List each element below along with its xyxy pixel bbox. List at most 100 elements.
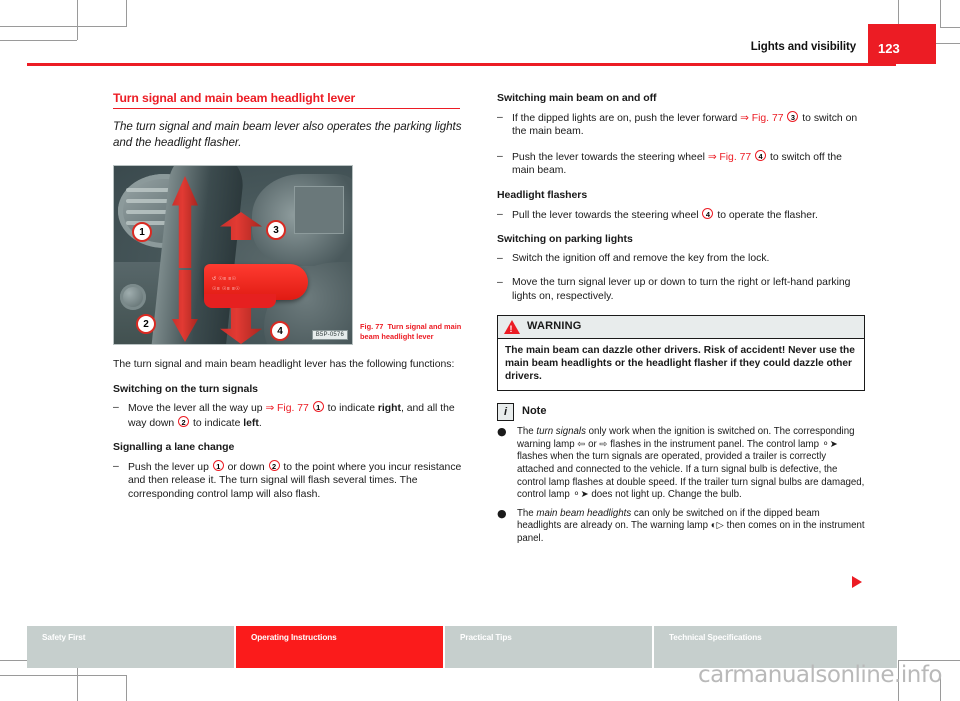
- intro-paragraph: The turn signal and main beam headlight …: [113, 359, 455, 371]
- list-item-text: Move the lever all the way up ⇒ Fig. 77 …: [128, 401, 473, 430]
- text-fragment: The: [517, 426, 537, 438]
- page-number-badge: 123: [868, 24, 936, 64]
- figure-crossref-link[interactable]: ⇒ Fig. 77: [265, 403, 308, 414]
- list-item: – Push the lever towards the steering wh…: [497, 149, 865, 178]
- text-fragment: The: [517, 507, 537, 519]
- page-number: 123: [878, 41, 900, 56]
- title-underline: [113, 107, 460, 110]
- footer-tab-label: Safety First: [42, 633, 86, 642]
- subheading-main-beam: Switching main beam on and off: [497, 92, 657, 104]
- subheading-lane-change: Signalling a lane change: [113, 441, 235, 454]
- subheading-turn-signals: Switching on the turn signals: [113, 382, 258, 395]
- footer-tab-label: Practical Tips: [460, 633, 512, 642]
- list-item: – If the dipped lights are on, push the …: [497, 110, 865, 139]
- crop-mark-bottom-right-h: [898, 660, 960, 661]
- callout-number-4: 4: [755, 149, 767, 161]
- page-title: Turn signal and main beam headlight leve…: [113, 91, 356, 105]
- subheading-parking-lights: Switching on parking lights: [497, 233, 633, 246]
- callout-number-2: 2: [178, 415, 190, 427]
- list-item-text: Move the turn signal lever up or down to…: [512, 277, 851, 302]
- note-bullet: ● The turn signals only work when the ig…: [497, 426, 865, 502]
- callout-number-2: 2: [268, 459, 280, 471]
- figure-77: ↺ ☉≡ ≡☉ ☉≡ ☉≡ ≡☉ 1 2 3 4 B5P-0576: [113, 165, 353, 345]
- text-fragment: or down: [224, 461, 268, 473]
- dash-marker: –: [497, 111, 503, 123]
- footer-tab-operating-instructions[interactable]: Operating Instructions: [236, 626, 445, 668]
- text-fragment: to operate the flasher.: [714, 209, 818, 221]
- note-bullet-text: The main beam headlights can only be swi…: [517, 508, 865, 546]
- text-fragment: only work when the ignition is switched …: [517, 426, 865, 501]
- callout-number-1: 1: [212, 459, 224, 471]
- lever-base-graphic: [204, 294, 276, 308]
- text-fragment: Move the lever all the way up: [128, 403, 266, 415]
- figure-callout-4: 4: [270, 321, 290, 341]
- crop-mark-bottom-left-h2: [0, 675, 126, 676]
- list-item: – Push the lever up 1 or down 2 to the p…: [113, 459, 473, 502]
- list-item: – Pull the lever towards the steering wh…: [497, 207, 865, 223]
- note-bullet-text: The turn signals only work when the igni…: [517, 426, 865, 502]
- text-fragment: Push the lever towards the steering whee…: [512, 151, 708, 163]
- warning-body-text: The main beam can dazzle other drivers. …: [498, 338, 864, 391]
- lever-symbols-row-2: ☉≡ ☉≡ ≡☉: [212, 286, 241, 292]
- list-item-text: Pull the lever towards the steering whee…: [512, 207, 865, 223]
- site-watermark: carmanualsonline.info: [697, 662, 943, 688]
- list-item-text: If the dipped lights are on, push the le…: [512, 110, 865, 139]
- italic-term: main beam headlights: [536, 507, 632, 519]
- dash-marker: –: [497, 150, 503, 162]
- figure-caption-label: Fig. 77: [360, 322, 384, 331]
- note-header: i Note: [497, 403, 865, 422]
- footer-tab-practical-tips[interactable]: Practical Tips: [445, 626, 654, 668]
- list-item: – Move the turn signal lever up or down …: [497, 276, 865, 303]
- emphasis-right: right: [377, 403, 401, 415]
- note-bullet: ● The main beam headlights can only be s…: [497, 506, 865, 546]
- warning-box: WARNING The main beam can dazzle other d…: [497, 314, 865, 392]
- figure-crossref-link[interactable]: ⇒ Fig. 77: [740, 113, 783, 124]
- bullet-dot-icon: ●: [497, 506, 507, 520]
- figure-crossref-link[interactable]: ⇒ Fig. 77: [708, 152, 751, 163]
- warning-header: WARNING: [498, 315, 864, 339]
- callout-number-1: 1: [312, 401, 324, 413]
- page-header: Lights and visibility 123: [0, 0, 960, 70]
- continuation-arrow-icon: [852, 576, 862, 588]
- note-title: Note: [522, 405, 547, 418]
- text-fragment: Pull the lever towards the steering whee…: [512, 209, 702, 221]
- warning-triangle-icon: [504, 319, 520, 336]
- figure-callout-1: 1: [132, 222, 152, 242]
- light-switch-knob-graphic: [120, 284, 146, 310]
- italic-term: turn signals: [536, 426, 586, 438]
- subheading-headlight-flashers: Headlight flashers: [497, 188, 588, 201]
- list-item-text: Push the lever up 1 or down 2 to the poi…: [128, 459, 473, 502]
- figure-image: ↺ ☉≡ ≡☉ ☉≡ ☉≡ ≡☉ 1 2 3 4 B5P-0576: [113, 165, 353, 345]
- dash-marker: –: [113, 460, 119, 472]
- bullet-dot-icon: ●: [497, 425, 507, 439]
- header-section-title: Lights and visibility: [750, 41, 856, 53]
- emphasis-left: left: [243, 417, 259, 429]
- text-fragment: If the dipped lights are on, push the le…: [512, 112, 741, 124]
- dash-marker: –: [497, 277, 503, 289]
- list-item-text: Push the lever towards the steering whee…: [512, 149, 865, 178]
- callout-number-4: 4: [702, 207, 714, 219]
- lead-paragraph: The turn signal and main beam lever also…: [113, 120, 462, 149]
- text-fragment: .: [258, 417, 262, 429]
- list-item-text: Switch the ignition off and remove the k…: [512, 252, 770, 264]
- text-fragment: to indicate: [190, 417, 244, 429]
- figure-caption: Fig. 77 Turn signal and main beam headli…: [360, 322, 472, 341]
- figure-image-code: B5P-0576: [311, 330, 348, 340]
- footer-tab-safety-first[interactable]: Safety First: [27, 626, 236, 668]
- warning-title: WARNING: [527, 319, 582, 332]
- footer-tab-label: Operating Instructions: [251, 633, 337, 642]
- header-divider-rule: [27, 63, 896, 66]
- text-fragment: Push the lever up: [128, 461, 212, 473]
- list-item: – Move the lever all the way up ⇒ Fig. 7…: [113, 401, 473, 430]
- figure-callout-3: 3: [266, 220, 286, 240]
- dash-marker: –: [497, 208, 503, 220]
- dash-marker: –: [113, 402, 119, 414]
- right-column: Switching main beam on and off – If the …: [497, 92, 865, 551]
- lever-symbols-row-1: ↺ ☉≡ ≡☉: [212, 276, 237, 282]
- footer-tab-label: Technical Specifications: [669, 633, 762, 642]
- callout-number-3: 3: [787, 110, 799, 122]
- instrument-display-graphic: [294, 186, 344, 234]
- info-icon: i: [497, 403, 514, 422]
- dash-marker: –: [497, 252, 503, 264]
- figure-callout-2: 2: [136, 314, 156, 334]
